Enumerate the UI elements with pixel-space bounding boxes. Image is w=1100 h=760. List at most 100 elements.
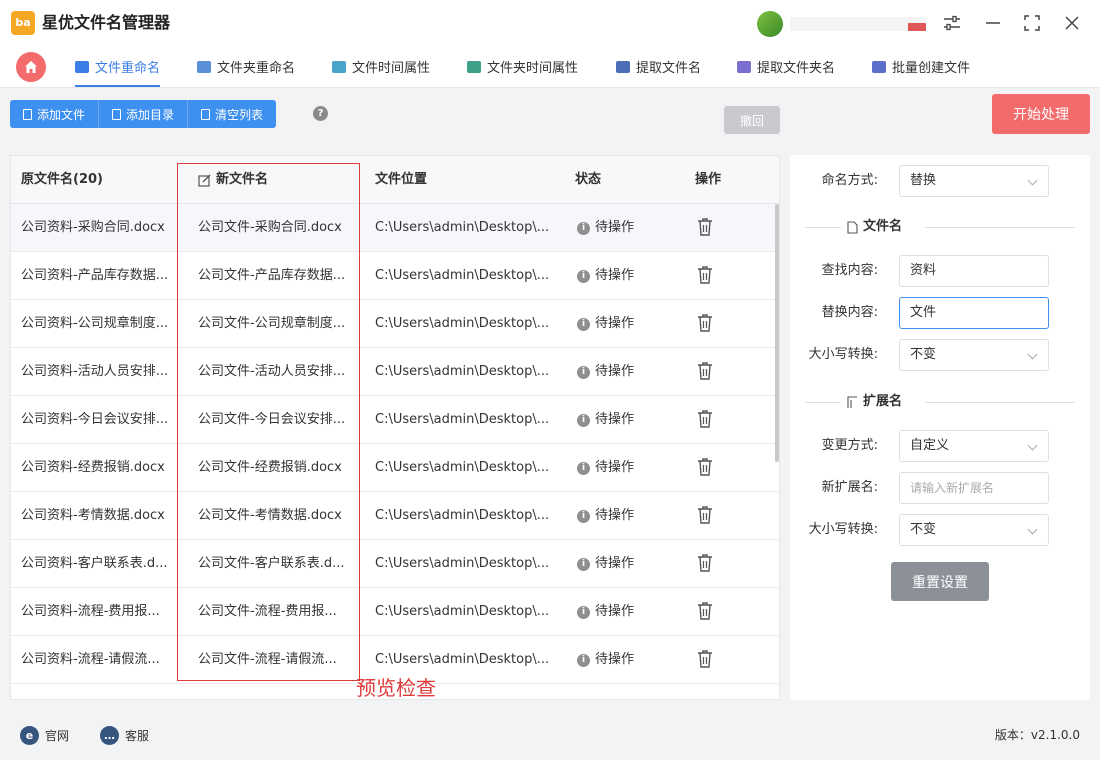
close-icon[interactable] bbox=[1061, 12, 1083, 34]
tab-folder-time[interactable]: 文件夹时间属性 bbox=[467, 46, 578, 87]
ext-case-conversion-label: 大小写转换: bbox=[808, 522, 878, 537]
original-name-cell: 公司资料-经费报销.docx bbox=[21, 460, 165, 475]
replace-content-input[interactable]: 文件 bbox=[899, 297, 1049, 329]
table-row[interactable]: 公司资料-今日会议安排... 公司文件-今日会议安排... C:\Users\adm… bbox=[11, 396, 779, 444]
clear-list-button[interactable]: 清空列表 bbox=[188, 100, 277, 128]
status-cell: i 待操作 bbox=[577, 444, 667, 492]
edit-icon bbox=[198, 174, 211, 187]
original-name-cell: 公司资料-客户联系表.d... bbox=[21, 556, 168, 571]
header-new-name: 新文件名 bbox=[198, 156, 268, 204]
table-row[interactable]: 公司资料-公司规章制度... 公司文件-公司规章制度... C:\Users\adm… bbox=[11, 300, 779, 348]
tab-folder-rename[interactable]: 文件夹重命名 bbox=[197, 46, 295, 87]
table-row[interactable]: 公司资料-产品库存数据... 公司文件-产品库存数据... C:\Users\adm… bbox=[11, 252, 779, 300]
status-cell: i 待操作 bbox=[577, 252, 667, 300]
location-cell: C:\Users\admin\Desktop\... bbox=[375, 220, 550, 235]
support-label: 客服 bbox=[125, 729, 150, 743]
location-cell: C:\Users\admin\Desktop\... bbox=[375, 364, 550, 379]
chevron-down-icon bbox=[1027, 440, 1038, 451]
chevron-down-icon bbox=[1027, 349, 1038, 360]
folder-rename-icon bbox=[197, 60, 211, 73]
undo-button[interactable]: 撤回 bbox=[724, 106, 780, 134]
info-icon: i bbox=[577, 461, 590, 475]
status-text: 待操作 bbox=[595, 604, 635, 619]
user-name[interactable] bbox=[790, 17, 926, 31]
delete-trash-icon[interactable] bbox=[697, 409, 713, 429]
tab-extract-foldername[interactable]: 提取文件夹名 bbox=[737, 46, 835, 87]
support-link[interactable]: … 客服 bbox=[100, 726, 149, 745]
extension-section-title: 扩展名 bbox=[863, 394, 903, 409]
delete-trash-icon[interactable] bbox=[697, 601, 713, 621]
extract-filename-icon bbox=[616, 60, 630, 73]
new-extension-input[interactable]: 请输入新扩展名 bbox=[899, 472, 1049, 504]
location-cell: C:\Users\admin\Desktop\... bbox=[375, 412, 550, 427]
delete-trash-icon[interactable] bbox=[697, 553, 713, 573]
tab-file-rename[interactable]: 文件重命名 bbox=[75, 46, 161, 87]
reset-settings-button[interactable]: 重置设置 bbox=[891, 562, 989, 601]
batch-create-icon bbox=[872, 60, 886, 73]
delete-trash-icon[interactable] bbox=[697, 649, 713, 669]
tab-file-time[interactable]: 文件时间属性 bbox=[332, 46, 430, 87]
trash-icon bbox=[201, 108, 211, 120]
table-row[interactable]: 公司资料-考情数据.docx 公司文件-考情数据.docx C:\Users\adm… bbox=[11, 492, 779, 540]
website-label: 官网 bbox=[45, 729, 70, 743]
delete-trash-icon[interactable] bbox=[697, 505, 713, 525]
table-row[interactable]: 公司资料-流程-费用报... 公司文件-流程-费用报... C:\Users\adm… bbox=[11, 588, 779, 636]
delete-trash-icon[interactable] bbox=[697, 457, 713, 477]
add-file-button[interactable]: 添加文件 bbox=[10, 100, 100, 128]
help-icon[interactable]: ? bbox=[313, 106, 328, 121]
delete-trash-icon[interactable] bbox=[697, 265, 713, 285]
original-name-cell: 公司资料-活动人员安排... bbox=[21, 364, 169, 379]
status-text: 待操作 bbox=[595, 364, 635, 379]
original-name-cell: 公司资料-产品库存数据... bbox=[21, 268, 169, 283]
document-icon bbox=[112, 108, 122, 120]
app-logo-icon: ba bbox=[11, 11, 35, 35]
header-status: 状态 bbox=[575, 172, 602, 187]
settings-sliders-icon[interactable] bbox=[941, 12, 963, 34]
naming-method-select[interactable]: 替换 bbox=[899, 165, 1049, 197]
settings-panel: 命名方式: 替换 文件名 查找内容: 资料 替换内容: 文件 大小写转换: 不变… bbox=[790, 155, 1090, 700]
delete-trash-icon[interactable] bbox=[697, 217, 713, 237]
original-name-cell: 公司资料-流程-请假流... bbox=[21, 652, 160, 667]
status-text: 待操作 bbox=[595, 220, 635, 235]
home-icon[interactable] bbox=[16, 52, 46, 82]
table-scrollbar[interactable] bbox=[775, 204, 779, 462]
table-row[interactable]: 公司资料-采购合同.docx 公司文件-采购合同.docx C:\Users\adm… bbox=[11, 204, 779, 252]
table-row[interactable]: 公司资料-经费报销.docx 公司文件-经费报销.docx C:\Users\adm… bbox=[11, 444, 779, 492]
status-cell: i 待操作 bbox=[577, 492, 667, 540]
original-name-cell: 公司资料-今日会议安排... bbox=[21, 412, 169, 427]
avatar[interactable] bbox=[757, 11, 783, 37]
delete-trash-icon[interactable] bbox=[697, 361, 713, 381]
tab-batch-create[interactable]: 批量创建文件 bbox=[872, 46, 970, 87]
tab-extract-filename[interactable]: 提取文件名 bbox=[616, 46, 701, 87]
minimize-icon[interactable] bbox=[982, 12, 1004, 34]
info-icon: i bbox=[577, 557, 590, 571]
status-cell: i 待操作 bbox=[577, 300, 667, 348]
delete-trash-icon[interactable] bbox=[697, 313, 713, 333]
case-conversion-select[interactable]: 不变 bbox=[899, 339, 1049, 371]
extract-foldername-icon bbox=[737, 60, 751, 73]
new-name-cell: 公司文件-客户联系表.d... bbox=[198, 556, 345, 571]
file-time-icon bbox=[332, 60, 346, 73]
location-cell: C:\Users\admin\Desktop\... bbox=[375, 556, 550, 571]
add-directory-button[interactable]: 添加目录 bbox=[99, 100, 189, 128]
table-row[interactable]: 公司资料-活动人员安排... 公司文件-活动人员安排... C:\Users\adm… bbox=[11, 348, 779, 396]
table-header: 原文件名(20) 新文件名 文件位置 状态 操作 bbox=[11, 156, 779, 204]
info-icon: i bbox=[577, 605, 590, 619]
find-content-input[interactable]: 资料 bbox=[899, 255, 1049, 287]
tab-label: 提取文件名 bbox=[636, 61, 702, 76]
status-cell: i 待操作 bbox=[577, 540, 667, 588]
new-name-cell: 公司文件-公司规章制度... bbox=[198, 316, 346, 331]
tab-label: 文件夹重命名 bbox=[217, 61, 296, 76]
tab-label: 文件夹时间属性 bbox=[487, 61, 579, 76]
table-row[interactable]: 公司资料-客户联系表.d... 公司文件-客户联系表.d... C:\Users\a… bbox=[11, 540, 779, 588]
folder-time-icon bbox=[467, 60, 481, 73]
start-processing-button[interactable]: 开始处理 bbox=[992, 94, 1090, 134]
footer: e 官网 … 客服 版本：v2.1.0.0 bbox=[0, 712, 1100, 760]
website-link[interactable]: e 官网 bbox=[20, 726, 69, 745]
change-method-select[interactable]: 自定义 bbox=[899, 430, 1049, 462]
find-content-label: 查找内容: bbox=[821, 263, 878, 278]
case-conversion-label: 大小写转换: bbox=[808, 347, 878, 362]
ext-case-conversion-select[interactable]: 不变 bbox=[899, 514, 1049, 546]
maximize-icon[interactable] bbox=[1021, 12, 1043, 34]
new-extension-label: 新扩展名: bbox=[821, 480, 878, 495]
